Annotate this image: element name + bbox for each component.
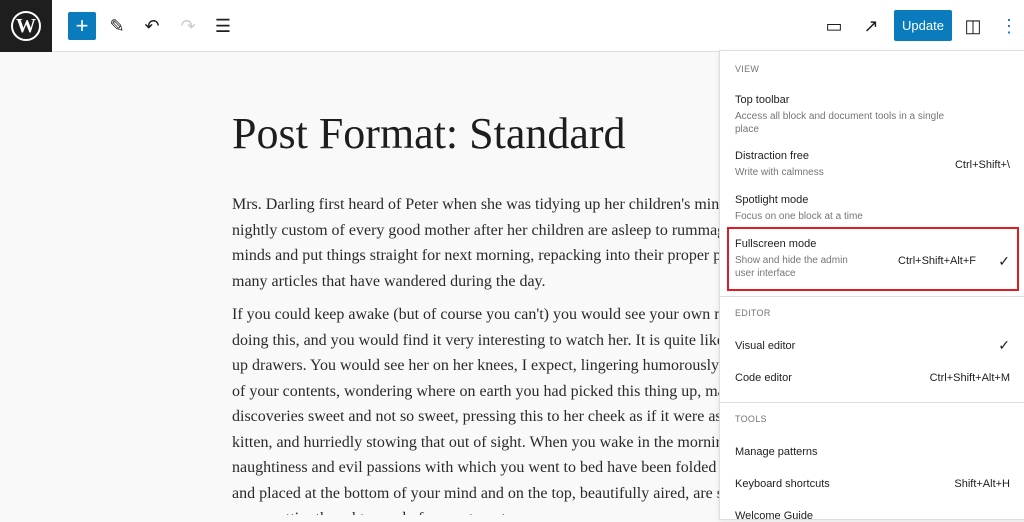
paragraph-line[interactable]: naughtiness and evil passions with which… (232, 455, 736, 481)
label: Welcome Guide (735, 510, 814, 522)
paragraph-line[interactable]: many articles that have wandered during … (232, 269, 546, 295)
check-icon: ✓ (998, 337, 1010, 353)
redo-icon[interactable]: ↷ (174, 12, 202, 40)
paragraph-line[interactable]: Mrs. Darling first heard of Peter when s… (232, 192, 733, 218)
check-icon: ✓ (998, 253, 1010, 269)
label: Spotlight mode (735, 194, 809, 206)
options-dropdown-menu: VIEW Top toolbar Access all block and doc… (719, 50, 1024, 522)
settings-sidebar-icon[interactable]: ◫ (959, 12, 987, 40)
divider (720, 402, 1024, 403)
paragraph-line[interactable]: kitten, and hurriedly stowing that out o… (232, 430, 724, 456)
paragraph-line[interactable]: doing this, and you would find it very i… (232, 328, 724, 354)
top-toolbar: W + ✎ ↶ ↷ ☰ ▭ ↗ Update ◫ ⋮ (0, 0, 1024, 52)
wordpress-icon: W (11, 11, 41, 41)
paragraph-line[interactable]: and placed at the bottom of your mind an… (232, 481, 731, 507)
document-overview-icon[interactable]: ☰ (209, 12, 237, 40)
paragraph-line[interactable]: discoveries sweet and not so sweet, pres… (232, 404, 738, 430)
menu-item-distraction-free[interactable]: Distraction free Write with calmness Ctrl+… (735, 150, 1010, 179)
label: Fullscreen mode (735, 238, 817, 250)
paragraph-line[interactable]: If you could keep awake (but of course y… (232, 302, 727, 328)
menu-item-welcome-guide[interactable]: Welcome Guide (735, 510, 1010, 522)
view-section-heading: VIEW (735, 64, 760, 74)
post-title[interactable]: Post Format: Standard (232, 108, 626, 159)
menu-item-keyboard-shortcuts[interactable]: Keyboard shortcuts Shift+Alt+H (735, 478, 1010, 490)
view-desktop-icon[interactable]: ▭ (820, 12, 848, 40)
editor-section-heading: EDITOR (735, 308, 771, 318)
preview-external-icon[interactable]: ↗ (857, 12, 885, 40)
tools-section-heading: TOOLS (735, 414, 767, 424)
description: Show and hide the admin user interface (735, 255, 848, 279)
menu-item-fullscreen-mode[interactable]: Fullscreen mode Show and hide the admin u… (735, 238, 1010, 280)
paragraph-line[interactable]: of your contents, wondering where on ear… (232, 379, 725, 405)
undo-icon[interactable]: ↶ (138, 12, 166, 40)
label: Top toolbar (735, 94, 790, 106)
menu-item-top-toolbar[interactable]: Top toolbar Access all block and document… (735, 94, 1010, 136)
label: Visual editor (735, 340, 796, 352)
shortcut: Ctrl+Shift+Alt+M (929, 372, 1010, 384)
menu-item-visual-editor[interactable]: Visual editor ✓ (735, 337, 1010, 353)
options-menu-icon[interactable]: ⋮ (995, 12, 1023, 40)
paragraph-line[interactable]: your prettier thoughts, ready for you to… (232, 506, 530, 515)
update-button[interactable]: Update (894, 10, 952, 41)
menu-item-code-editor[interactable]: Code editor Ctrl+Shift+Alt+M (735, 372, 1010, 384)
paragraph-line[interactable]: minds and put things straight for next m… (232, 243, 726, 269)
description: Access all block and document tools in a… (735, 111, 945, 135)
shortcut: Ctrl+Shift+\ (954, 159, 1010, 171)
shortcut: Ctrl+Shift+Alt+F (898, 255, 976, 267)
divider (720, 296, 1024, 297)
shortcut: Shift+Alt+H (954, 478, 1010, 490)
label: Manage patterns (735, 446, 818, 458)
paragraph-line[interactable]: up drawers. You would see her on her kne… (232, 353, 731, 379)
tools-pen-icon[interactable]: ✎ (103, 12, 131, 40)
menu-item-manage-patterns[interactable]: Manage patterns (735, 446, 1010, 458)
add-block-button[interactable]: + (68, 12, 96, 40)
paragraph-line[interactable]: nightly custom of every good mother afte… (232, 218, 732, 244)
menu-item-spotlight-mode[interactable]: Spotlight mode Focus on one block at a ti… (735, 194, 1010, 223)
description: Focus on one block at a time (735, 211, 863, 222)
wordpress-logo-button[interactable]: W (0, 0, 52, 52)
